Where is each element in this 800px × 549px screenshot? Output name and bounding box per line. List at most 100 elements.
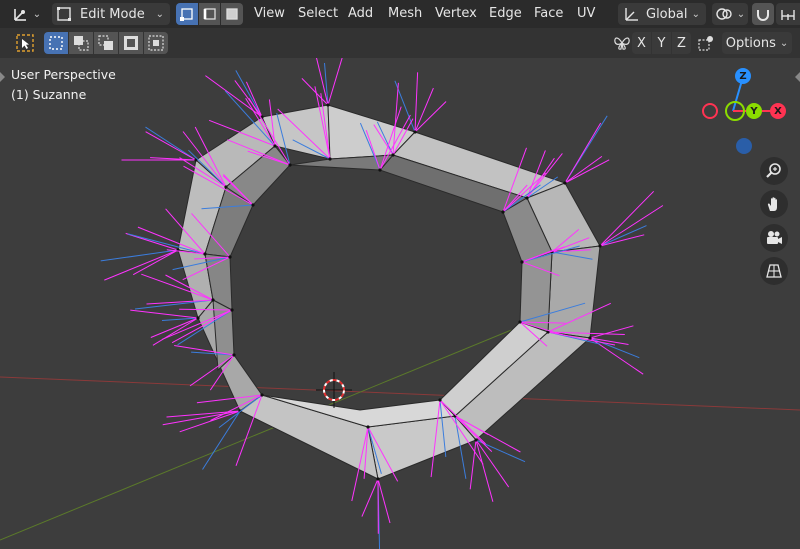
auto-merge-button[interactable] (694, 32, 718, 54)
vertex-select-mode-button[interactable] (176, 3, 198, 25)
menu-edge[interactable]: Edge (489, 4, 522, 24)
mesh-vertex[interactable] (413, 130, 417, 134)
face-normal-line (599, 190, 655, 247)
face-normal-line (475, 439, 494, 502)
pivot-point-selector[interactable]: ⌄ (712, 3, 748, 25)
face-normal-line (414, 101, 447, 133)
select-mode-new-button[interactable] (44, 32, 68, 54)
menu-add[interactable]: Add (348, 4, 373, 24)
vertex-normal-line (145, 126, 197, 161)
gizmo-y-axis[interactable]: Y (746, 103, 762, 119)
chevron-down-icon: ⌄ (736, 8, 746, 20)
vertex-normal-line (100, 249, 179, 262)
face-normal-line (162, 410, 241, 426)
mesh-vertex[interactable] (273, 144, 277, 148)
select-mode-subtract-button[interactable] (94, 32, 118, 54)
mesh-vertex[interactable] (391, 153, 395, 157)
mesh-vertex[interactable] (203, 252, 207, 256)
camera-view-button[interactable] (760, 224, 788, 252)
menu-vertex[interactable]: Vertex (435, 4, 477, 24)
snap-target-selector[interactable] (776, 3, 800, 25)
mode-selector[interactable]: Edit Mode ⌄ (52, 3, 170, 25)
mesh-vertex[interactable] (376, 477, 380, 481)
mesh-vertex[interactable] (563, 181, 567, 185)
mirror-y-toggle[interactable]: Y (652, 32, 671, 54)
gizmo-y-label: Y (750, 105, 758, 117)
options-dropdown[interactable]: Options ⌄ (722, 32, 792, 54)
3d-viewport[interactable]: User Perspective (1) Suzanne Z Y X (0, 58, 800, 549)
vertex-normal-line (202, 410, 241, 470)
face-normal-line (179, 308, 233, 311)
select-box-tool-icon (16, 34, 34, 52)
gizmo-neg-x-axis[interactable] (702, 103, 718, 119)
zoom-button[interactable] (760, 157, 788, 185)
select-invert-icon (124, 36, 138, 50)
zoom-magnifier-icon (766, 163, 781, 178)
mesh-vertex[interactable] (251, 203, 255, 207)
vertex-normal-line (235, 70, 263, 118)
mesh-vertex[interactable] (260, 393, 264, 397)
sidebar-expand-arrow[interactable] (795, 72, 800, 82)
snap-increment-icon (781, 10, 795, 20)
menu-mesh[interactable]: Mesh (388, 4, 422, 24)
mesh-vertex[interactable] (326, 103, 330, 107)
mesh-vertex[interactable] (598, 244, 602, 248)
face-normal-line (132, 249, 179, 276)
chevron-down-icon: ⌄ (779, 37, 789, 49)
face-normal-line (414, 87, 434, 133)
mesh-vertex[interactable] (232, 353, 236, 357)
menu-uv[interactable]: UV (577, 4, 595, 24)
editor-type-button[interactable]: ⌄ (8, 3, 44, 25)
mirror-options-button[interactable] (610, 32, 634, 54)
mesh-vertex[interactable] (474, 438, 478, 442)
scene-canvas (0, 58, 800, 549)
mesh-vertex[interactable] (501, 210, 505, 214)
menu-select[interactable]: Select (298, 4, 338, 24)
face-normal-line (125, 232, 179, 251)
suzanne-mesh (177, 104, 601, 480)
select-mode-intersect-button[interactable] (144, 32, 168, 54)
mirror-z-toggle[interactable]: Z (672, 32, 691, 54)
mesh-vertex[interactable] (288, 163, 292, 167)
mirror-x-toggle[interactable]: X (632, 32, 651, 54)
select-mode-invert-button[interactable] (119, 32, 143, 54)
select-extend-icon (74, 36, 89, 51)
edge-select-mode-button[interactable] (199, 3, 220, 25)
gizmo-neg-y-axis[interactable] (725, 101, 745, 121)
mesh-vertex[interactable] (366, 425, 370, 429)
mesh-vertex[interactable] (525, 196, 529, 200)
face-normal-line (361, 478, 379, 517)
mesh-vertex[interactable] (520, 260, 524, 264)
pan-button[interactable] (760, 190, 788, 218)
snap-toggle[interactable] (752, 3, 774, 25)
transform-orientation-selector[interactable]: Global ⌄ (618, 3, 706, 25)
mesh-vertex[interactable] (588, 336, 592, 340)
active-tool-button[interactable] (12, 32, 38, 54)
mesh-vertex[interactable] (518, 320, 522, 324)
face-select-icon (226, 8, 238, 20)
mesh-vertex[interactable] (196, 316, 200, 320)
mesh-vertex[interactable] (211, 298, 215, 302)
mesh-vertex[interactable] (438, 398, 442, 402)
mesh-vertex[interactable] (328, 157, 332, 161)
toolbar-expand-arrow[interactable] (0, 72, 5, 82)
face-normal-line (179, 410, 241, 433)
face-select-mode-button[interactable] (221, 3, 243, 25)
mesh-vertex[interactable] (378, 168, 382, 172)
object-name: (1) Suzanne (11, 87, 87, 102)
gizmo-x-axis[interactable]: X (770, 103, 786, 119)
options-label: Options (725, 35, 776, 51)
gizmo-z-axis[interactable]: Z (735, 68, 751, 84)
projection-toggle-button[interactable] (760, 257, 788, 285)
face-normal-line (599, 205, 664, 247)
menu-view[interactable]: View (254, 4, 285, 24)
select-mode-extend-button[interactable] (69, 32, 93, 54)
mesh-vertex[interactable] (230, 308, 234, 312)
perspective-grid-icon (766, 264, 782, 278)
gizmo-neg-z-axis[interactable] (736, 138, 752, 154)
menu-face[interactable]: Face (534, 4, 563, 24)
mesh-vertex[interactable] (228, 255, 232, 259)
select-subtract-icon (98, 35, 113, 50)
face-normal-line (469, 439, 477, 490)
mesh-vertex[interactable] (224, 185, 228, 189)
